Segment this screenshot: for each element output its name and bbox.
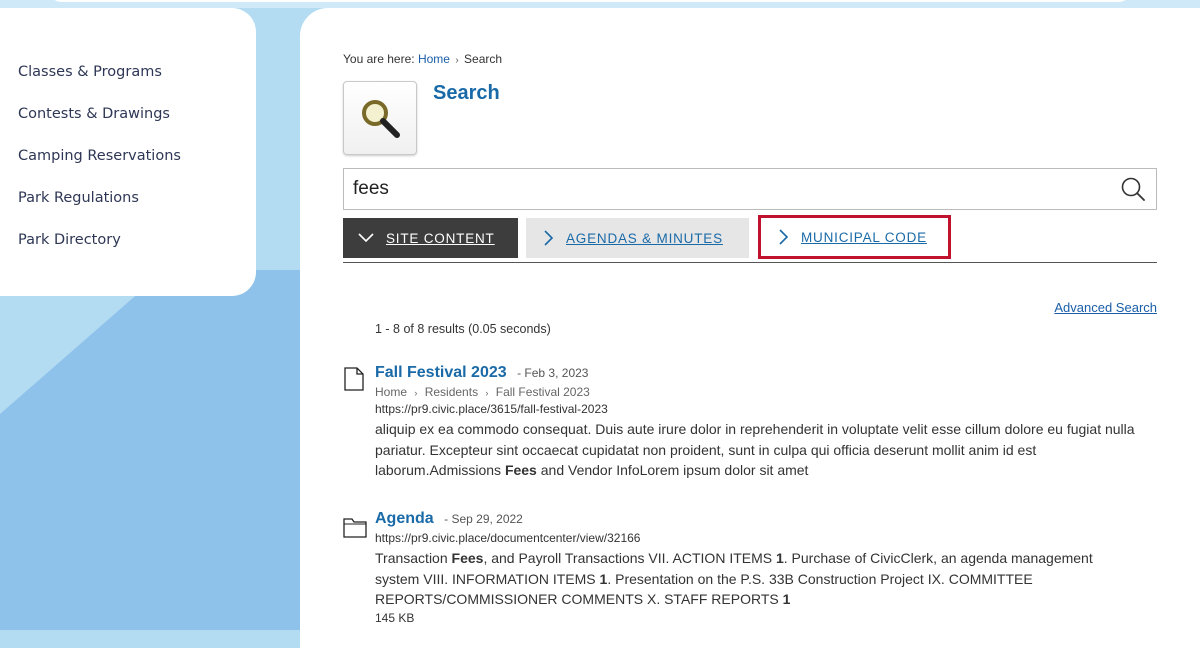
breadcrumb-home-link[interactable]: Home [418, 52, 450, 66]
result-description-highlight: 1 [782, 591, 791, 607]
result-date: - Feb 3, 2023 [517, 366, 589, 380]
sidebar-item-contests-drawings[interactable]: Contests & Drawings [18, 102, 256, 144]
magnifier-icon [343, 81, 417, 155]
result-url: https://pr9.civic.place/documentcenter/v… [375, 531, 641, 545]
advanced-search-link[interactable]: Advanced Search [1054, 300, 1157, 315]
sidebar-item-camping-reservations[interactable]: Camping Reservations [18, 144, 256, 186]
result-title-link[interactable]: Agenda [375, 510, 434, 527]
search-result: Agenda - Sep 29, 2022 https://pr9.civic.… [343, 510, 1163, 625]
breadcrumb-separator: › [455, 55, 459, 66]
breadcrumb-current: Search [464, 52, 503, 66]
tab-site-content[interactable]: SITE CONTENT [343, 218, 518, 258]
result-description: aliquip ex ea commodo consequat. Duis au… [375, 419, 1163, 481]
sidebar-item-classes-programs[interactable]: Classes & Programs [18, 60, 256, 102]
sidebar-item-park-regulations[interactable]: Park Regulations [18, 186, 256, 228]
chevron-right-icon [779, 229, 789, 245]
result-date: - Sep 29, 2022 [444, 512, 523, 526]
result-url: https://pr9.civic.place/3615/fall-festiv… [375, 402, 608, 416]
result-description: Transaction Fees, and Payroll Transactio… [375, 548, 1135, 610]
tab-agendas-minutes[interactable]: AGENDAS & MINUTES [526, 218, 749, 258]
result-crumb-residents[interactable]: Residents [425, 385, 478, 399]
result-title-link[interactable]: Fall Festival 2023 [375, 364, 507, 381]
search-result: Fall Festival 2023 - Feb 3, 2023 Home › … [343, 364, 1163, 481]
sidebar-nav: Classes & Programs Contests & Drawings C… [0, 8, 256, 296]
header-bar [50, 0, 1130, 2]
tab-municipal-code-label: MUNICIPAL CODE [801, 229, 927, 245]
sidebar-item-park-directory[interactable]: Park Directory [18, 228, 256, 270]
result-crumb-separator: › [485, 388, 489, 398]
chevron-right-icon [544, 230, 554, 246]
chevron-down-icon [358, 233, 374, 243]
result-crumb-home[interactable]: Home [375, 385, 407, 399]
result-crumb-separator: › [414, 388, 418, 398]
result-file-size: 145 KB [375, 610, 415, 625]
search-icon[interactable] [1120, 176, 1146, 202]
result-breadcrumb: Home › Residents › Fall Festival 2023 [375, 385, 1163, 399]
result-description-text: , and Payroll Transactions VII. ACTION I… [483, 550, 776, 566]
tab-site-content-label: SITE CONTENT [386, 230, 495, 246]
main-content: You are here: Home › Search Search SITE … [300, 8, 1200, 648]
breadcrumb: You are here: Home › Search [343, 52, 502, 66]
search-tabs: SITE CONTENT AGENDAS & MINUTES MUNICIPAL… [343, 215, 1157, 263]
tab-municipal-code[interactable]: MUNICIPAL CODE [758, 215, 951, 259]
result-description-text: and Vendor InfoLorem ipsum dolor sit ame… [536, 462, 809, 478]
tab-agendas-minutes-label: AGENDAS & MINUTES [566, 230, 723, 246]
result-description-highlight: Fees [451, 550, 484, 566]
search-box [343, 168, 1157, 210]
result-description-highlight: 1 [775, 550, 784, 566]
folder-icon [343, 516, 367, 543]
page-icon [343, 367, 365, 396]
background-decoration [0, 270, 300, 630]
result-description-highlight: Fees [504, 462, 537, 478]
search-input[interactable] [344, 169, 1113, 209]
result-description-text: Transaction [375, 550, 452, 566]
breadcrumb-prefix: You are here: [343, 52, 415, 66]
result-crumb-fall-festival[interactable]: Fall Festival 2023 [496, 385, 590, 399]
page-title: Search [433, 82, 500, 104]
result-count: 1 - 8 of 8 results (0.05 seconds) [375, 322, 551, 336]
